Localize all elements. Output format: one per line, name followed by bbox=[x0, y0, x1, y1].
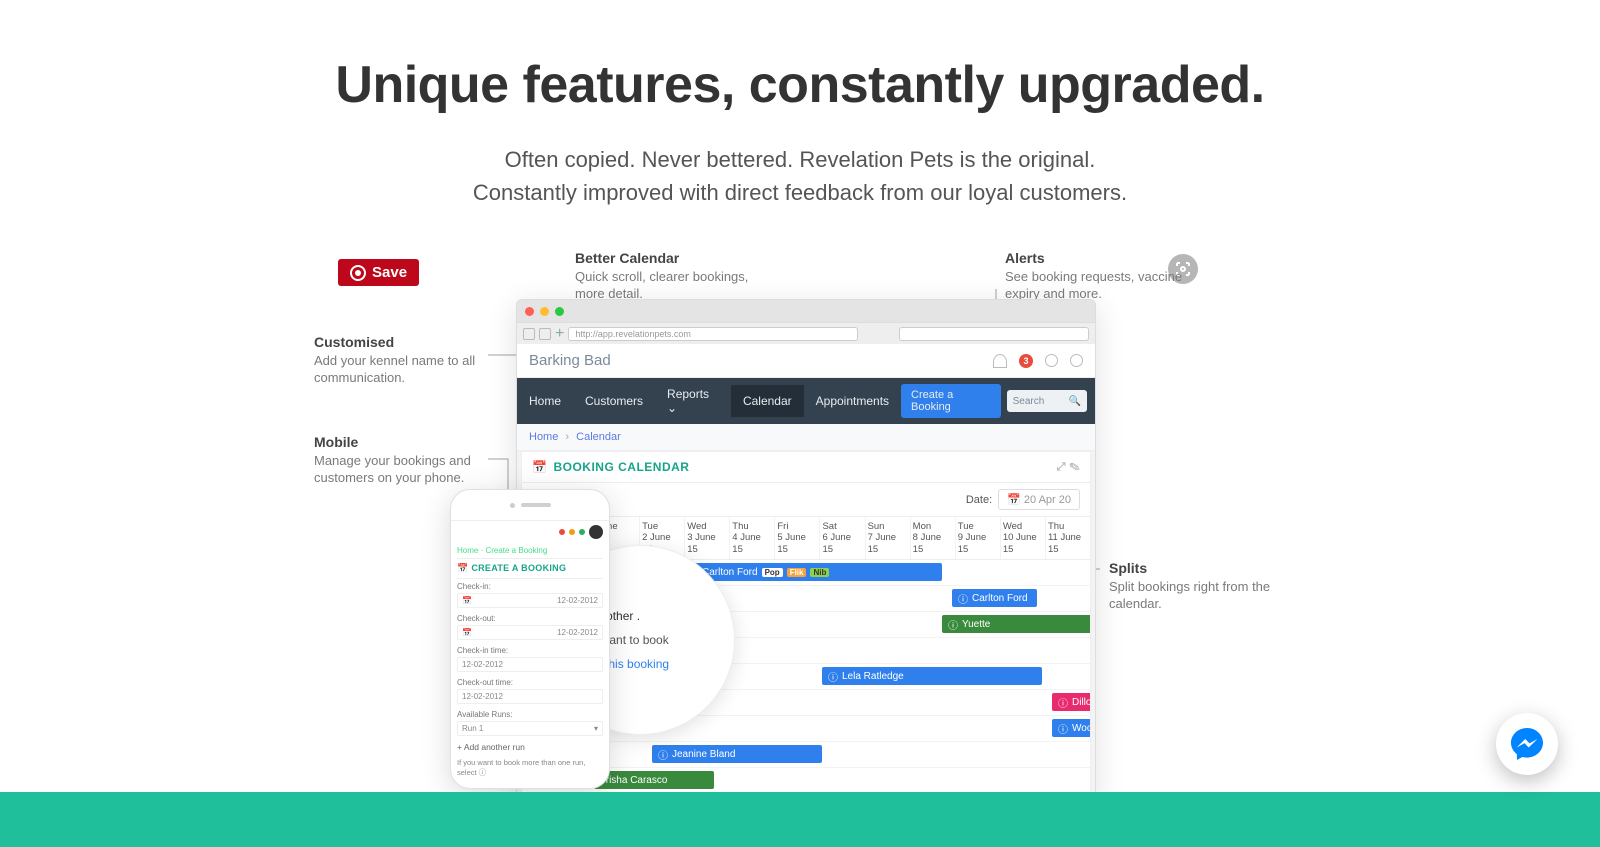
booking-yuette[interactable]: Yuette bbox=[942, 615, 1090, 633]
phone-status-bar bbox=[457, 521, 603, 543]
phone-mock: Home · Create a Booking 📅 CREATE A BOOKI… bbox=[450, 489, 610, 789]
annotation-mobile: Mobile Manage your bookings and customer… bbox=[314, 433, 484, 487]
phone-panel-title: 📅 CREATE A BOOKING bbox=[457, 558, 603, 579]
nav-reports[interactable]: Reports ⌄ bbox=[655, 378, 731, 424]
minimize-icon[interactable] bbox=[540, 307, 549, 316]
panel-title: BOOKING CALENDAR bbox=[553, 460, 689, 474]
nav-appointments[interactable]: Appointments bbox=[804, 385, 901, 417]
crumb-calendar[interactable]: Calendar bbox=[576, 431, 621, 443]
booking-wood[interactable]: Wood bbox=[1052, 719, 1090, 737]
app-header: Barking Bad 3 bbox=[517, 344, 1095, 378]
subtitle-line-2: Constantly improved with direct feedback… bbox=[473, 180, 1127, 205]
maximize-icon[interactable] bbox=[555, 307, 564, 316]
calendar-icon: 📅 bbox=[532, 460, 547, 474]
phone-note: If you want to book more than one run, s… bbox=[457, 755, 603, 778]
search-icon: 🔍 bbox=[1069, 396, 1081, 407]
chevron-down-icon: ⌄ bbox=[667, 401, 677, 415]
annotation-customised: Customised Add your kennel name to all c… bbox=[314, 333, 484, 387]
window-titlebar bbox=[517, 300, 1095, 322]
date-label: Date: bbox=[966, 494, 992, 506]
phone-breadcrumb: Home · Create a Booking bbox=[457, 543, 603, 558]
page-title: Unique features, constantly upgraded. bbox=[0, 55, 1600, 115]
breadcrumb: Home › Calendar bbox=[517, 424, 1095, 451]
checkin-date-input[interactable]: 📅12-02-2012 bbox=[457, 593, 603, 608]
secondary-field[interactable] bbox=[899, 327, 1089, 341]
url-field[interactable]: http://app.revelationpets.com bbox=[568, 327, 858, 341]
annotation-alerts: Alerts See booking requests, vaccine exp… bbox=[1005, 249, 1185, 303]
nav-calendar[interactable]: Calendar bbox=[731, 385, 804, 417]
nav-customers[interactable]: Customers bbox=[573, 385, 655, 417]
back-button[interactable] bbox=[523, 328, 535, 340]
checkout-date-input[interactable]: 📅12-02-2012 bbox=[457, 625, 603, 640]
main-nav: Home Customers Reports ⌄ Calendar Appoin… bbox=[517, 378, 1095, 424]
messenger-button[interactable] bbox=[1496, 713, 1558, 775]
search-input[interactable]: Search 🔍 bbox=[1007, 390, 1087, 412]
gear-icon[interactable] bbox=[1045, 354, 1058, 367]
booking-dillon[interactable]: Dillon bbox=[1052, 693, 1090, 711]
checkout-time-input[interactable]: 12-02-2012 bbox=[457, 689, 603, 704]
pinterest-icon bbox=[350, 265, 366, 281]
power-icon[interactable] bbox=[1070, 354, 1083, 367]
page-subtitle: Often copied. Never bettered. Revelation… bbox=[0, 143, 1600, 209]
nav-home[interactable]: Home bbox=[517, 385, 573, 417]
annotation-better-calendar: Better Calendar Quick scroll, clearer bo… bbox=[575, 249, 775, 303]
booking-carlton-ford[interactable]: Carlton Ford Pop Flik Nib bbox=[682, 563, 942, 581]
crumb-home[interactable]: Home bbox=[529, 431, 558, 443]
address-bar: + http://app.revelationpets.com bbox=[517, 322, 1095, 344]
pinterest-save-button[interactable]: Save bbox=[338, 259, 419, 286]
feature-diagram: Save Customised Add your kennel name to … bbox=[320, 249, 1280, 779]
booking-jeanine-bland[interactable]: Jeanine Bland bbox=[652, 745, 822, 763]
checkin-time-input[interactable]: 12-02-2012 bbox=[457, 657, 603, 672]
messenger-icon bbox=[1509, 726, 1545, 762]
kennel-name: Barking Bad bbox=[529, 352, 611, 369]
add-run-link[interactable]: + Add another run bbox=[457, 742, 525, 752]
footer-band bbox=[0, 792, 1600, 847]
create-booking-button[interactable]: Create a Booking bbox=[901, 384, 1001, 418]
alert-badge[interactable]: 3 bbox=[1019, 354, 1033, 368]
forward-button[interactable] bbox=[539, 328, 551, 340]
close-icon[interactable] bbox=[525, 307, 534, 316]
date-input[interactable]: 📅 20 Apr 20 bbox=[998, 489, 1080, 510]
annotation-splits: Splits Split bookings right from the cal… bbox=[1109, 559, 1279, 613]
runs-select[interactable]: Run 1▾ bbox=[457, 721, 603, 736]
booking-carlton-ford-2[interactable]: Carlton Ford bbox=[952, 589, 1037, 607]
booking-trisha-carasco[interactable]: Trisha Carasco bbox=[594, 771, 714, 789]
bell-icon[interactable] bbox=[993, 354, 1007, 368]
subtitle-line-1: Often copied. Never bettered. Revelation… bbox=[505, 147, 1096, 172]
save-label: Save bbox=[372, 264, 407, 281]
booking-lela-ratledge[interactable]: Lela Ratledge bbox=[822, 667, 1042, 685]
avatar[interactable] bbox=[589, 525, 603, 539]
panel-tools[interactable]: ⤢ ✎ bbox=[1057, 461, 1080, 474]
